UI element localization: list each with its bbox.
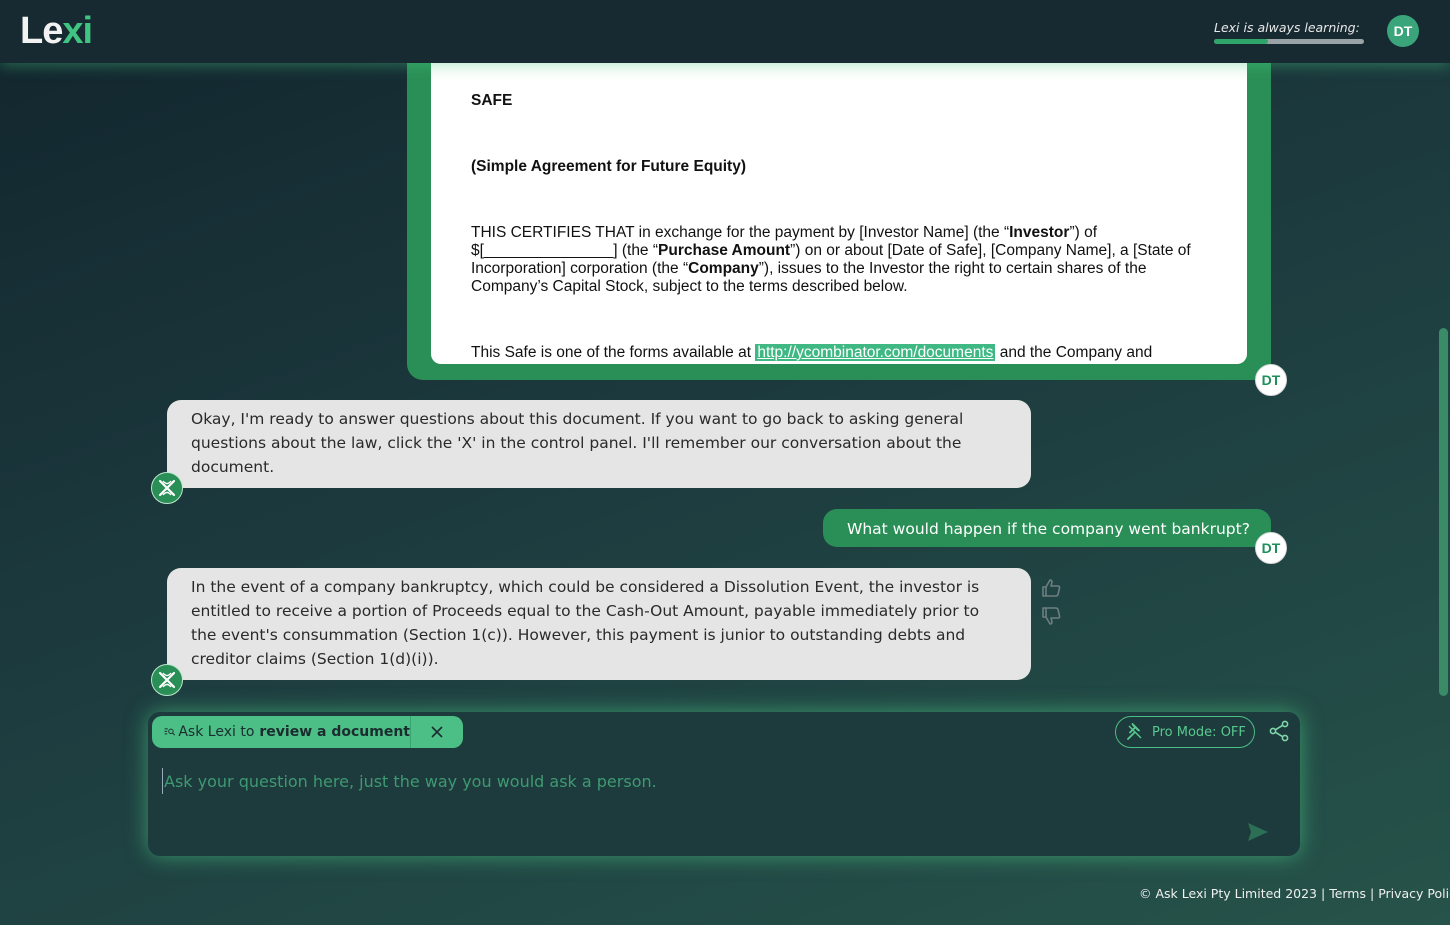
- user-message-avatar: DT: [1255, 532, 1287, 564]
- doc-term: Purchase Amount: [658, 242, 791, 259]
- terms-link[interactable]: Terms: [1329, 886, 1366, 901]
- footer-separator: |: [1369, 886, 1375, 901]
- chat-scrollbar[interactable]: [1439, 328, 1448, 696]
- page-footer: © Ask Lexi Pty Limited 2023 | Terms | Pr…: [1139, 886, 1450, 901]
- close-review-button[interactable]: [411, 716, 463, 748]
- gavel-icon: [1127, 723, 1142, 740]
- user-message-text: What would happen if the company went ba…: [847, 520, 1250, 538]
- learning-label: Lexi is always learning:: [1214, 20, 1360, 35]
- question-input[interactable]: [162, 768, 1222, 794]
- close-icon: [431, 726, 443, 738]
- lexi-avatar: [151, 664, 183, 696]
- thumbs-up-icon[interactable]: [1040, 577, 1062, 599]
- lexi-logo[interactable]: Lexi: [20, 9, 93, 53]
- document-subtitle: (Simple Agreement for Future Equity): [471, 158, 747, 175]
- assistant-message: Okay, I'm ready to answer questions abou…: [167, 400, 1031, 488]
- pro-mode-label: Pro Mode: OFF: [1152, 724, 1246, 740]
- lexi-logo-icon: [158, 479, 176, 497]
- send-icon[interactable]: [1246, 820, 1270, 844]
- thumbs-down-icon[interactable]: [1040, 605, 1062, 627]
- doc-term: Investor: [1009, 224, 1070, 241]
- learning-progress-fill: [1214, 39, 1268, 44]
- logo-accent: xi: [62, 10, 93, 52]
- lexi-avatar: [151, 472, 183, 504]
- document-search-icon: [164, 728, 176, 736]
- assistant-message-text: Okay, I'm ready to answer questions abou…: [191, 410, 964, 476]
- review-document-button[interactable]: Ask Lexi to review a document: [152, 716, 410, 748]
- document-sender-avatar: DT: [1255, 364, 1287, 396]
- privacy-policy-link[interactable]: Privacy Policy: [1378, 886, 1450, 901]
- share-icon[interactable]: [1268, 720, 1290, 742]
- logo-text: Le: [20, 10, 63, 52]
- review-document-chip: Ask Lexi to review a document: [152, 716, 463, 748]
- learning-indicator: Lexi is always learning:: [1214, 20, 1364, 44]
- assistant-message: In the event of a company bankruptcy, wh…: [167, 568, 1031, 680]
- lexi-logo-icon: [158, 671, 176, 689]
- document-paragraph: This Safe is one of the forms available …: [471, 344, 1207, 362]
- document-preview-card: SAFE (Simple Agreement for Future Equity…: [407, 40, 1271, 380]
- pro-mode-toggle[interactable]: Pro Mode: OFF: [1115, 716, 1255, 748]
- user-message: What would happen if the company went ba…: [823, 509, 1271, 547]
- document-title: SAFE: [471, 92, 513, 109]
- copyright-text: © Ask Lexi Pty Limited 2023 |: [1139, 886, 1326, 901]
- review-prefix: Ask Lexi to: [178, 724, 255, 740]
- app-header: Lexi Lexi is always learning: DT: [0, 0, 1450, 63]
- doc-text: THIS CERTIFIES THAT in exchange for the …: [471, 224, 1010, 241]
- user-avatar[interactable]: DT: [1387, 15, 1419, 47]
- learning-progress-bar: [1214, 39, 1364, 44]
- doc-text: and the Company and: [995, 344, 1153, 361]
- document-link[interactable]: http://ycombinator.com/documents: [755, 344, 996, 361]
- doc-text: This Safe is one of the forms available …: [471, 344, 756, 361]
- document-page: SAFE (Simple Agreement for Future Equity…: [431, 40, 1247, 364]
- doc-term: Company: [688, 260, 759, 277]
- review-bold-label: review a document: [259, 724, 410, 740]
- document-paragraph: THIS CERTIFIES THAT in exchange for the …: [471, 224, 1207, 296]
- question-composer: Ask Lexi to review a document Pro Mode: …: [148, 712, 1300, 856]
- assistant-message-text: In the event of a company bankruptcy, wh…: [191, 578, 980, 668]
